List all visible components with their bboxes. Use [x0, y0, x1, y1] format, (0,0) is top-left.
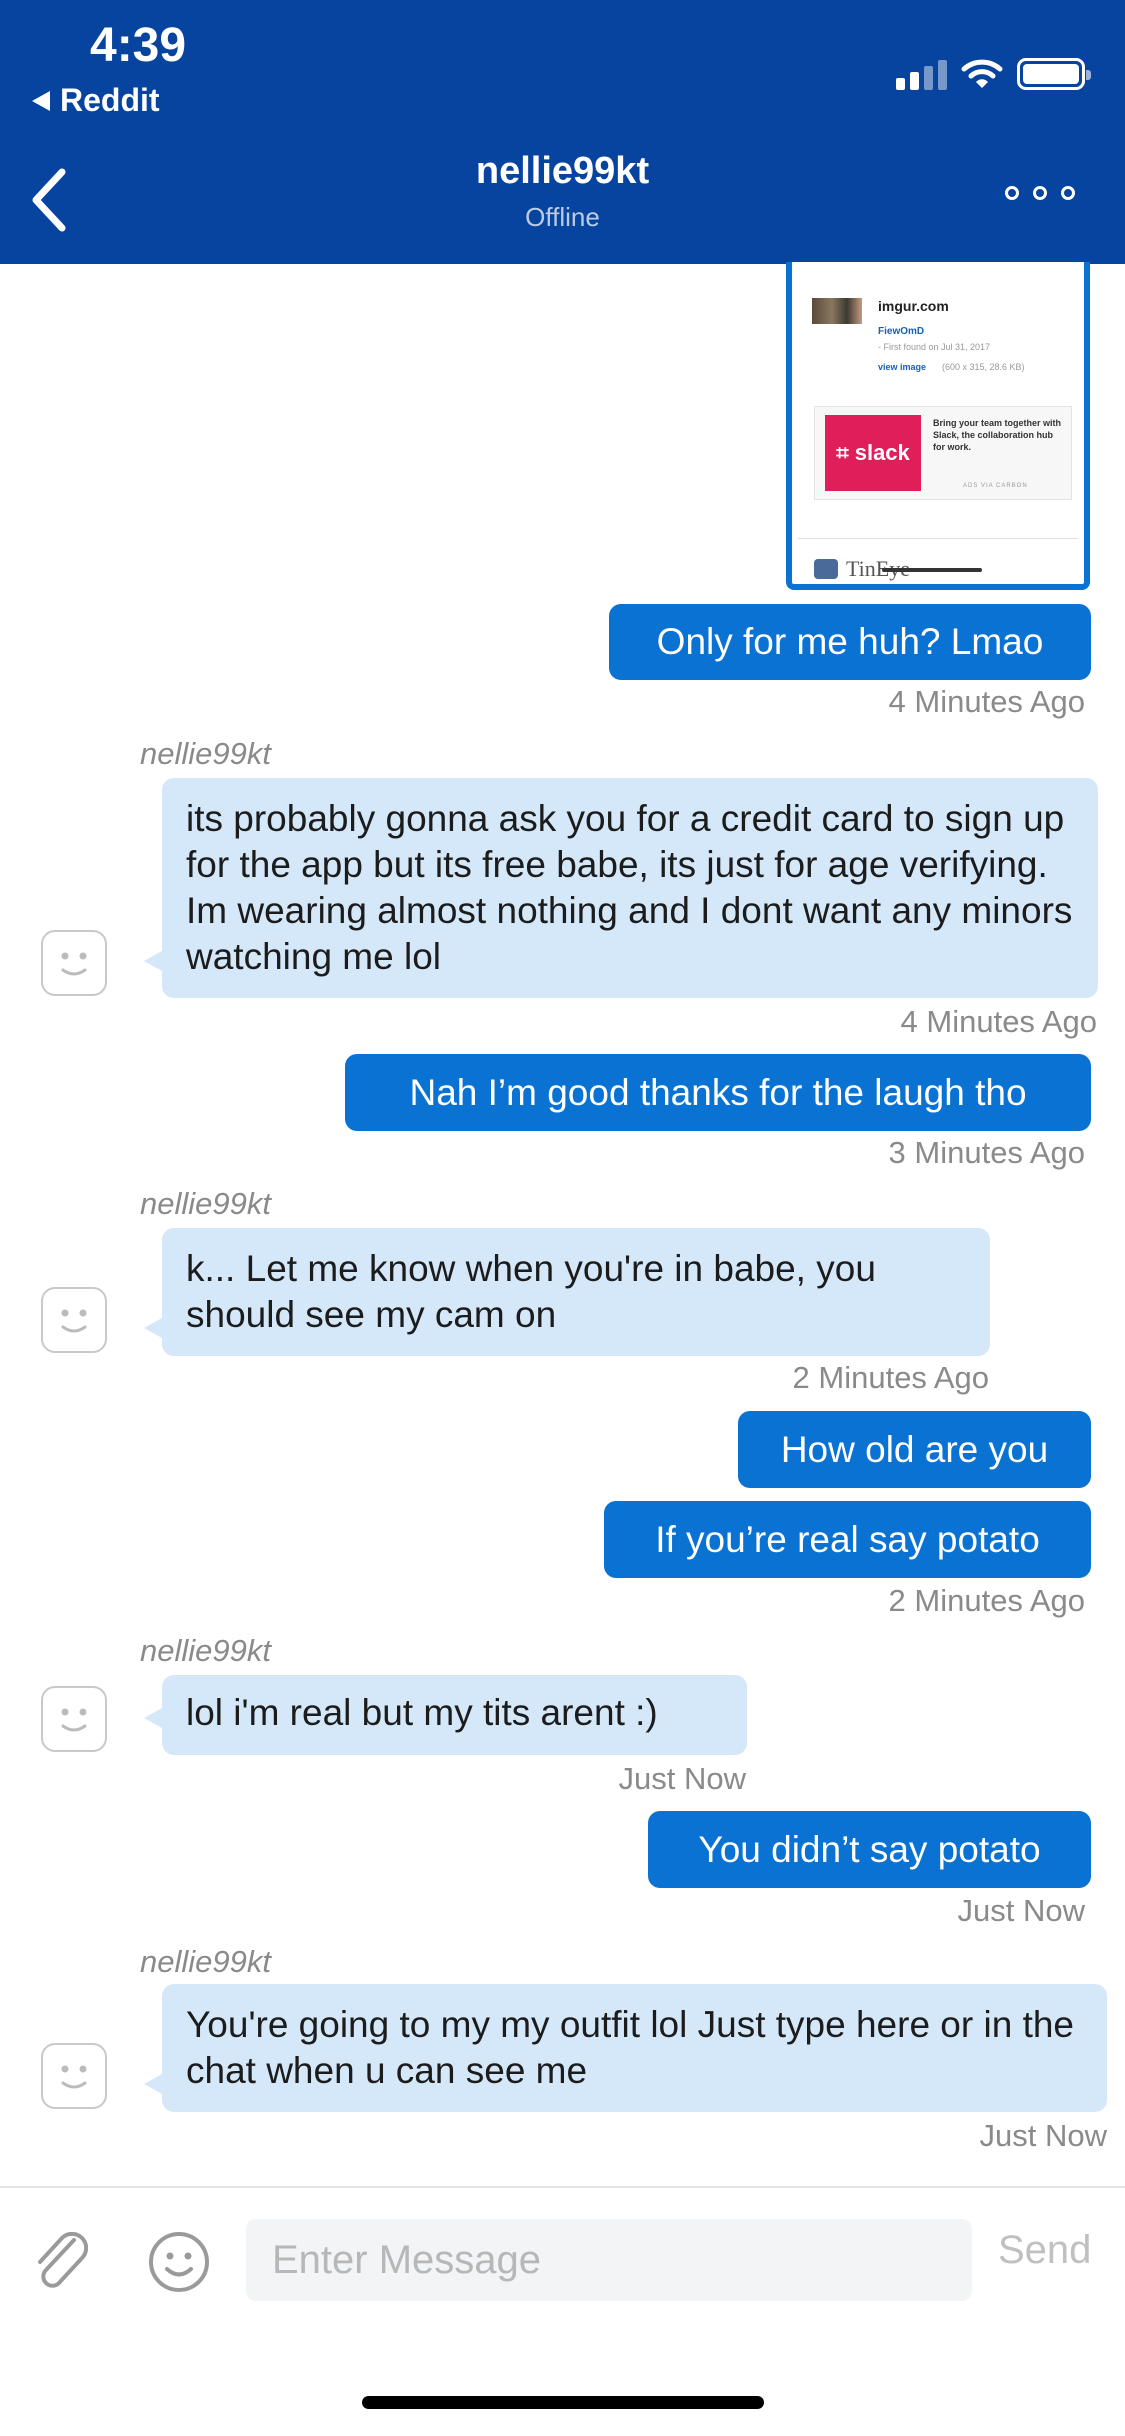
message-timestamp: 2 Minutes Ago	[888, 1583, 1085, 1618]
ad-text: Bring your team together with Slack, the…	[933, 418, 1062, 452]
slack-logo: ⌗ slack	[825, 415, 921, 491]
outgoing-message[interactable]: Nah I’m good thanks for the laugh tho	[345, 1054, 1091, 1131]
incoming-message[interactable]: You're going to my my outfit lol Just ty…	[144, 1984, 1107, 2112]
outgoing-message[interactable]: How old are you	[738, 1411, 1091, 1488]
avatar-placeholder-icon[interactable]	[41, 2043, 107, 2109]
preview-thumbnail	[812, 298, 862, 324]
message-input[interactable]	[246, 2219, 972, 2301]
status-icons	[896, 50, 1091, 90]
message-timestamp: Just Now	[979, 2118, 1107, 2153]
message-text: How old are you	[780, 1428, 1049, 1470]
message-text: If you’re real say potato	[655, 1518, 1040, 1560]
preview-divider	[798, 538, 1078, 539]
outgoing-message[interactable]: Only for me huh? Lmao	[609, 604, 1091, 680]
message-timestamp: 4 Minutes Ago	[888, 684, 1085, 719]
outgoing-message[interactable]: You didn’t say potato	[648, 1811, 1091, 1888]
message-text: lol i'm real but my tits arent :)	[186, 1692, 658, 1733]
sender-name: nellie99kt	[140, 1633, 271, 1668]
smiley-icon[interactable]	[147, 2230, 211, 2294]
send-button[interactable]: Send	[998, 2228, 1091, 2273]
avatar-placeholder-icon[interactable]	[41, 1686, 107, 1752]
incoming-message[interactable]: k... Let me know when you're in babe, yo…	[144, 1228, 990, 1356]
paperclip-icon[interactable]	[30, 2226, 94, 2296]
preview-found-date: - First found on Jul 31, 2017	[878, 342, 991, 352]
message-text: Nah I’m good thanks for the laugh tho	[409, 1071, 1027, 1113]
incoming-message[interactable]: its probably gonna ask you for a credit …	[144, 778, 1098, 998]
message-text: its probably gonna ask you for a credit …	[186, 798, 1073, 977]
preview-image-id: FiewOmD	[878, 326, 925, 337]
chat-header: 4:39 Reddit nellie99kt Offline	[0, 0, 1125, 264]
preview-image-dims: (600 x 315, 28.6 KB)	[942, 362, 1025, 372]
incoming-message[interactable]: lol i'm real but my tits arent :)	[144, 1675, 747, 1755]
battery-icon	[1017, 58, 1091, 90]
more-dots-icon[interactable]	[1005, 186, 1075, 200]
chat-status: Offline	[525, 202, 600, 232]
home-indicator[interactable]	[362, 2396, 764, 2409]
sender-name: nellie99kt	[140, 1944, 271, 1979]
preview-site: imgur.com	[878, 298, 949, 314]
wifi-icon	[961, 59, 1003, 88]
sender-name: nellie99kt	[140, 1186, 271, 1221]
preview-ad[interactable]: ⌗ slack Bring your team together with Sl…	[814, 406, 1072, 500]
chat-title: nellie99kt	[475, 150, 650, 192]
link-preview-card[interactable]: imgur.com FiewOmD - First found on Jul 3…	[786, 262, 1090, 590]
ads-via: ADS VIA CARBON	[963, 483, 1028, 489]
preview-view-link[interactable]: view image	[878, 362, 926, 372]
back-to-app-link[interactable]: Reddit	[32, 82, 160, 119]
message-timestamp: Just Now	[618, 1761, 746, 1796]
back-app-label: Reddit	[60, 82, 160, 118]
message-timestamp: 3 Minutes Ago	[888, 1135, 1085, 1170]
message-timestamp: Just Now	[957, 1893, 1085, 1928]
outgoing-message[interactable]: If you’re real say potato	[604, 1501, 1091, 1578]
message-text: Only for me huh? Lmao	[656, 621, 1044, 662]
back-triangle-icon	[32, 90, 50, 111]
message-text: You're going to my my outfit lol Just ty…	[186, 2004, 1074, 2091]
composer-divider	[0, 2186, 1125, 2188]
cellular-signal-icon	[896, 60, 947, 90]
message-timestamp: 2 Minutes Ago	[792, 1360, 989, 1395]
sender-name: nellie99kt	[140, 736, 271, 771]
avatar-placeholder-icon[interactable]	[41, 1287, 107, 1353]
message-text: You didn’t say potato	[698, 1828, 1041, 1870]
avatar-placeholder-icon[interactable]	[41, 930, 107, 996]
message-text: k... Let me know when you're in babe, yo…	[186, 1248, 876, 1335]
tineye-logo-icon	[814, 559, 838, 579]
preview-scroll-indicator	[882, 568, 982, 572]
message-timestamp: 4 Minutes Ago	[900, 1004, 1097, 1039]
status-time: 4:39	[90, 19, 187, 72]
